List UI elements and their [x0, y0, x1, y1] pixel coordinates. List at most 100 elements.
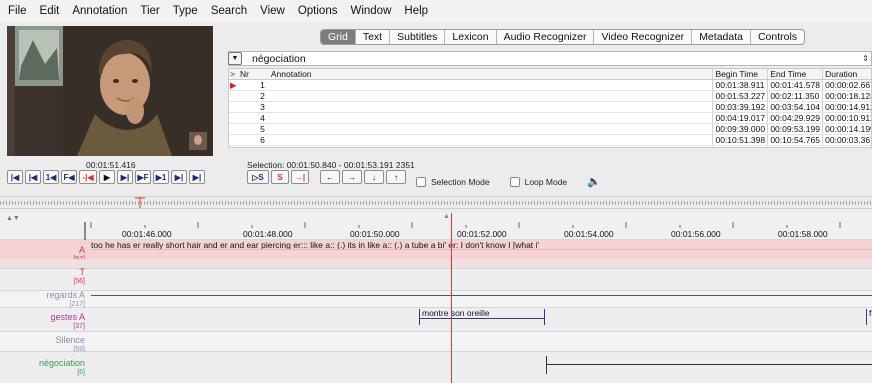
row-nr: 5	[260, 124, 265, 134]
tier-row-silence[interactable]	[0, 332, 872, 352]
arrow-right-icon[interactable]: →	[342, 170, 362, 184]
grid-header-nr[interactable]: Nr	[240, 69, 268, 79]
tab-text[interactable]: Text	[356, 30, 391, 44]
grid-header-begin[interactable]: Begin Time	[713, 69, 769, 79]
selection-back-icon[interactable]: -|◀	[79, 170, 97, 184]
arrow-left-icon[interactable]: ←	[320, 170, 340, 184]
tab-grid[interactable]: Grid	[321, 30, 356, 44]
ruler-label: 00:01:56.000	[671, 229, 721, 239]
tier-row-negociation[interactable]	[0, 352, 872, 383]
menu-view[interactable]: View	[260, 5, 285, 17]
row-duration: 00:00:14.199	[825, 124, 871, 134]
play-selection-icon[interactable]: ▶|	[117, 170, 133, 184]
row-duration: 00:00:02.667	[825, 80, 871, 90]
overview-ticks	[0, 197, 872, 208]
menu-edit[interactable]: Edit	[40, 5, 60, 17]
selection-mode-checkbox[interactable]	[416, 176, 426, 187]
table-row[interactable]: 2 00:01:53.227 00:02:11.350 00:00:18.123	[229, 91, 871, 102]
next-icon[interactable]: ▶|	[171, 170, 187, 184]
current-row-marker-icon: ▶	[230, 80, 237, 90]
row-begin: 00:03:39.192	[713, 102, 769, 112]
arrow-buttons: ← → ↓ ↑	[320, 170, 406, 184]
menu-help[interactable]: Help	[404, 5, 428, 17]
row-annotation	[268, 124, 714, 134]
skip-to-end-icon[interactable]: ▶|	[189, 170, 205, 184]
tier-row-t[interactable]	[0, 269, 872, 291]
annotation-box[interactable]: montre son oreille	[419, 308, 545, 325]
updown-arrows-icon[interactable]: ⇕	[862, 54, 869, 63]
tier-row-gestes-a[interactable]: montre son oreille fi	[0, 308, 872, 332]
loop-mode-label: Loop Mode	[524, 176, 568, 187]
grid-header-annotation[interactable]: Annotation	[268, 69, 714, 79]
menu-window[interactable]: Window	[350, 5, 391, 17]
step-back-1s-icon[interactable]: 1◀	[43, 170, 59, 184]
to-selection-end-icon[interactable]: →|	[291, 170, 309, 184]
menu-options[interactable]: Options	[298, 5, 338, 17]
playhead-cursor[interactable]	[451, 213, 452, 383]
loop-mode-checkbox[interactable]	[509, 176, 520, 187]
skip-to-begin-icon[interactable]: |◀	[7, 170, 23, 184]
row-annotation	[268, 113, 714, 123]
time-ruler[interactable]: ▲▼ 00:01:46.000 00:01:48.000 00:01:50.00…	[0, 213, 872, 240]
ruler-label: 00:01:50.000	[350, 229, 400, 239]
menu-type[interactable]: Type	[173, 5, 198, 17]
frame-back-icon[interactable]: F◀	[61, 170, 77, 184]
tier-label-gestes-a[interactable]: gestes A [37]	[50, 313, 85, 331]
tab-audio-recognizer[interactable]: Audio Recognizer	[497, 30, 595, 44]
row-duration: 00:00:10.912	[825, 113, 871, 123]
menu-annotation[interactable]: Annotation	[72, 5, 127, 17]
video-viewer[interactable]	[7, 26, 213, 156]
tier-row-regards-a[interactable]	[0, 291, 872, 308]
row-annotation	[268, 91, 714, 101]
table-row[interactable]: 3 00:03:39.192 00:03:54.104 00:00:14.912	[229, 102, 871, 113]
table-row[interactable]: 6 00:10:51.398 00:10:54.765 00:00:03.367	[229, 135, 871, 146]
row-annotation	[268, 135, 714, 145]
arrow-down-icon[interactable]: ↓	[364, 170, 384, 184]
elan-window: File Edit Annotation Tier Type Search Vi…	[0, 0, 872, 383]
grid-header: > Nr Annotation Begin Time End Time Dura…	[229, 69, 871, 80]
frame-forward-icon[interactable]: ▶F	[135, 170, 151, 184]
tab-controls[interactable]: Controls	[751, 30, 804, 44]
step-forward-1s-icon[interactable]: ▶1	[153, 170, 169, 184]
play-icon[interactable]: ▶	[99, 170, 115, 184]
tier-label-negociation[interactable]: négociation [6]	[39, 359, 85, 377]
row-begin: 00:10:51.398	[713, 135, 769, 145]
tab-video-recognizer[interactable]: Video Recognizer	[594, 30, 693, 44]
grid-header-duration[interactable]: Duration	[823, 69, 871, 79]
row-duration: 00:00:03.367	[825, 135, 871, 145]
annotation-box[interactable]: fi	[866, 308, 872, 325]
tab-metadata[interactable]: Metadata	[692, 30, 751, 44]
media-nav-buttons: |◀ |◀ 1◀ F◀ -|◀ ▶ ▶| ▶F ▶1 ▶| ▶|	[7, 170, 205, 184]
row-annotation	[268, 102, 714, 112]
menu-file[interactable]: File	[8, 5, 27, 17]
arrow-up-icon[interactable]: ↑	[386, 170, 406, 184]
clear-selection-icon[interactable]: S	[271, 170, 289, 184]
ruler-label: 00:01:58.000	[778, 229, 828, 239]
ruler-label: 00:01:52.000	[457, 229, 507, 239]
play-selection-s-icon[interactable]: ▷S	[247, 170, 269, 184]
row-duration: 00:00:18.123	[825, 91, 871, 101]
tier-selector[interactable]: ▼ négociation ⇕	[228, 51, 872, 66]
prev-frame-start-icon[interactable]: |◀	[25, 170, 41, 184]
timeline-viewer[interactable]: ▲▼ 00:01:46.000 00:01:48.000 00:01:50.00…	[0, 213, 872, 383]
chevron-down-icon[interactable]: ▼	[228, 52, 242, 65]
volume-icon[interactable]: 🔈	[587, 175, 601, 188]
table-row[interactable]: ▶ 1 00:01:38.911 00:01:41.578 00:00:02.6…	[229, 80, 871, 91]
row-nr: 3	[260, 102, 265, 112]
table-row[interactable]: 5 00:09:39.000 00:09:53.199 00:00:14.199	[229, 124, 871, 135]
menu-tier[interactable]: Tier	[140, 5, 159, 17]
row-begin: 00:04:19.017	[713, 113, 769, 123]
tier-label-t[interactable]: T [56]	[73, 268, 85, 286]
table-row[interactable]: 4 00:04:19.017 00:04:29.929 00:00:10.912	[229, 113, 871, 124]
tab-subtitles[interactable]: Subtitles	[390, 30, 446, 44]
video-frame	[7, 26, 213, 156]
selection-buttons: ▷S S →|	[247, 170, 309, 184]
row-begin: 00:09:39.000	[713, 124, 769, 134]
tier-label-regards-a[interactable]: regards A [217]	[46, 291, 85, 309]
menu-search[interactable]: Search	[211, 5, 247, 17]
tier-row-a[interactable]: too he has er really short hair and er a…	[0, 240, 872, 259]
tab-lexicon[interactable]: Lexicon	[445, 30, 497, 44]
grid-header-end[interactable]: End Time	[768, 69, 824, 79]
overview-strip[interactable]	[0, 196, 872, 209]
tier-selector-value: négociation	[252, 52, 306, 65]
